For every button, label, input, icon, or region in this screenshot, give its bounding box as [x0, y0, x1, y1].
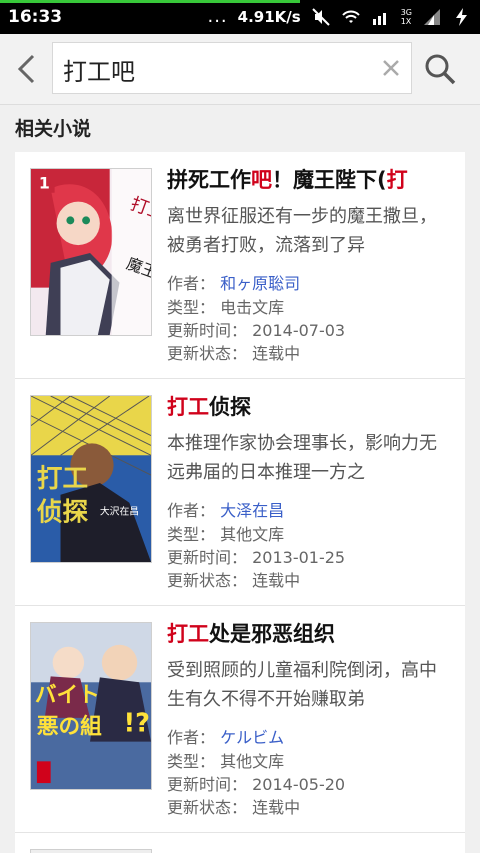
charging-icon — [452, 7, 472, 27]
signal-icon — [371, 7, 391, 27]
title-highlight: 打工 — [167, 395, 209, 419]
mute-vibrate-icon — [311, 7, 331, 27]
novel-list-item[interactable] — [15, 833, 465, 853]
network-type-label: 3G 1X — [400, 8, 412, 26]
section-title: 相关小说 — [15, 118, 92, 140]
network-speed: 4.91K/s — [237, 8, 301, 26]
novel-list-item[interactable]: 打工 侦探 大沢在昌 打工侦探 本推理作家协会理事长，影响力无远弗届的日本推理一… — [15, 379, 465, 606]
novel-type: 类型： 电击文库 — [167, 298, 285, 317]
loading-progress-bar — [0, 0, 300, 3]
search-button[interactable] — [420, 50, 460, 88]
svg-text:!?: !? — [123, 709, 150, 739]
novel-list: 打工 魔王 1 拼死工作吧！魔王陛下(打 离世界征服还有一步的魔王撒旦，被勇者打… — [15, 152, 465, 853]
svg-text:打工: 打工 — [37, 464, 88, 494]
search-input[interactable] — [61, 51, 365, 87]
svg-text:悪の組: 悪の組 — [37, 714, 102, 740]
novel-description: 本推理作家协会理事长，影响力无远弗届的日本推理一方之 — [167, 433, 437, 483]
title-highlight: 吧 — [251, 168, 272, 192]
novel-author: 作者： ケルビム — [167, 728, 285, 747]
search-box — [52, 42, 412, 94]
svg-text:バイト: バイト — [35, 683, 100, 708]
novel-type: 类型： 其他文库 — [167, 525, 285, 544]
novel-author: 作者： 大泽在昌 — [167, 501, 285, 520]
novel-list-item[interactable]: バイト 悪の組 !? 打工处是邪恶组织 受到照顾的儿童福利院倒闭，高中生有久不得… — [15, 606, 465, 833]
back-button[interactable] — [10, 52, 42, 86]
svg-text:侦探: 侦探 — [37, 497, 89, 527]
novel-list-item[interactable]: 打工 魔王 1 拼死工作吧！魔王陛下(打 离世界征服还有一步的魔王撒旦，被勇者打… — [15, 152, 465, 379]
author-link[interactable]: 大泽在昌 — [220, 501, 284, 520]
novel-type: 类型： 其他文库 — [167, 752, 285, 771]
novel-cover-image: バイト 悪の組 !? — [30, 622, 152, 790]
novel-title: 打工侦探 — [167, 395, 251, 419]
novel-updated: 更新时间： 2013-01-25 — [167, 548, 346, 567]
novel-description: 受到照顾的儿童福利院倒闭，高中生有久不得不开始赚取弟 — [167, 660, 437, 710]
back-chevron-icon — [17, 54, 35, 84]
novel-cover-image: 打工 魔王 1 — [30, 168, 152, 336]
close-icon — [383, 60, 399, 76]
search-header — [0, 34, 480, 105]
svg-text:1: 1 — [39, 174, 50, 193]
wifi-icon — [341, 7, 361, 27]
author-link[interactable]: ケルビム — [220, 728, 284, 747]
novel-title: 拼死工作吧！魔王陛下(打 — [167, 168, 408, 192]
search-icon — [425, 54, 456, 85]
novel-author: 作者： 和ヶ原聡司 — [167, 274, 301, 293]
title-highlight: 打 — [386, 168, 408, 192]
novel-state: 更新状态： 连载中 — [167, 571, 301, 590]
novel-updated: 更新时间： 2014-05-20 — [167, 775, 346, 794]
novel-description: 离世界征服还有一步的魔王撒旦，被勇者打败，流落到了异 — [167, 206, 437, 256]
author-link[interactable]: 和ヶ原聡司 — [220, 274, 300, 293]
novel-state: 更新状态： 连载中 — [167, 798, 301, 817]
novel-cover-image — [30, 849, 152, 853]
cell-signal-icon — [422, 7, 442, 27]
novel-cover-image: 打工 侦探 大沢在昌 — [30, 395, 152, 563]
svg-text:大沢在昌: 大沢在昌 — [100, 505, 139, 518]
status-bar: 16:33 ... 4.91K/s 3G 1X — [0, 0, 480, 34]
clear-search-button[interactable] — [377, 54, 405, 82]
novel-title: 打工处是邪恶组织 — [167, 622, 335, 646]
novel-updated: 更新时间： 2014-07-03 — [167, 321, 346, 340]
status-time: 16:33 — [8, 7, 63, 27]
novel-state: 更新状态： 连载中 — [167, 344, 301, 363]
title-highlight: 打工 — [167, 622, 209, 646]
status-dots: ... — [207, 6, 228, 27]
